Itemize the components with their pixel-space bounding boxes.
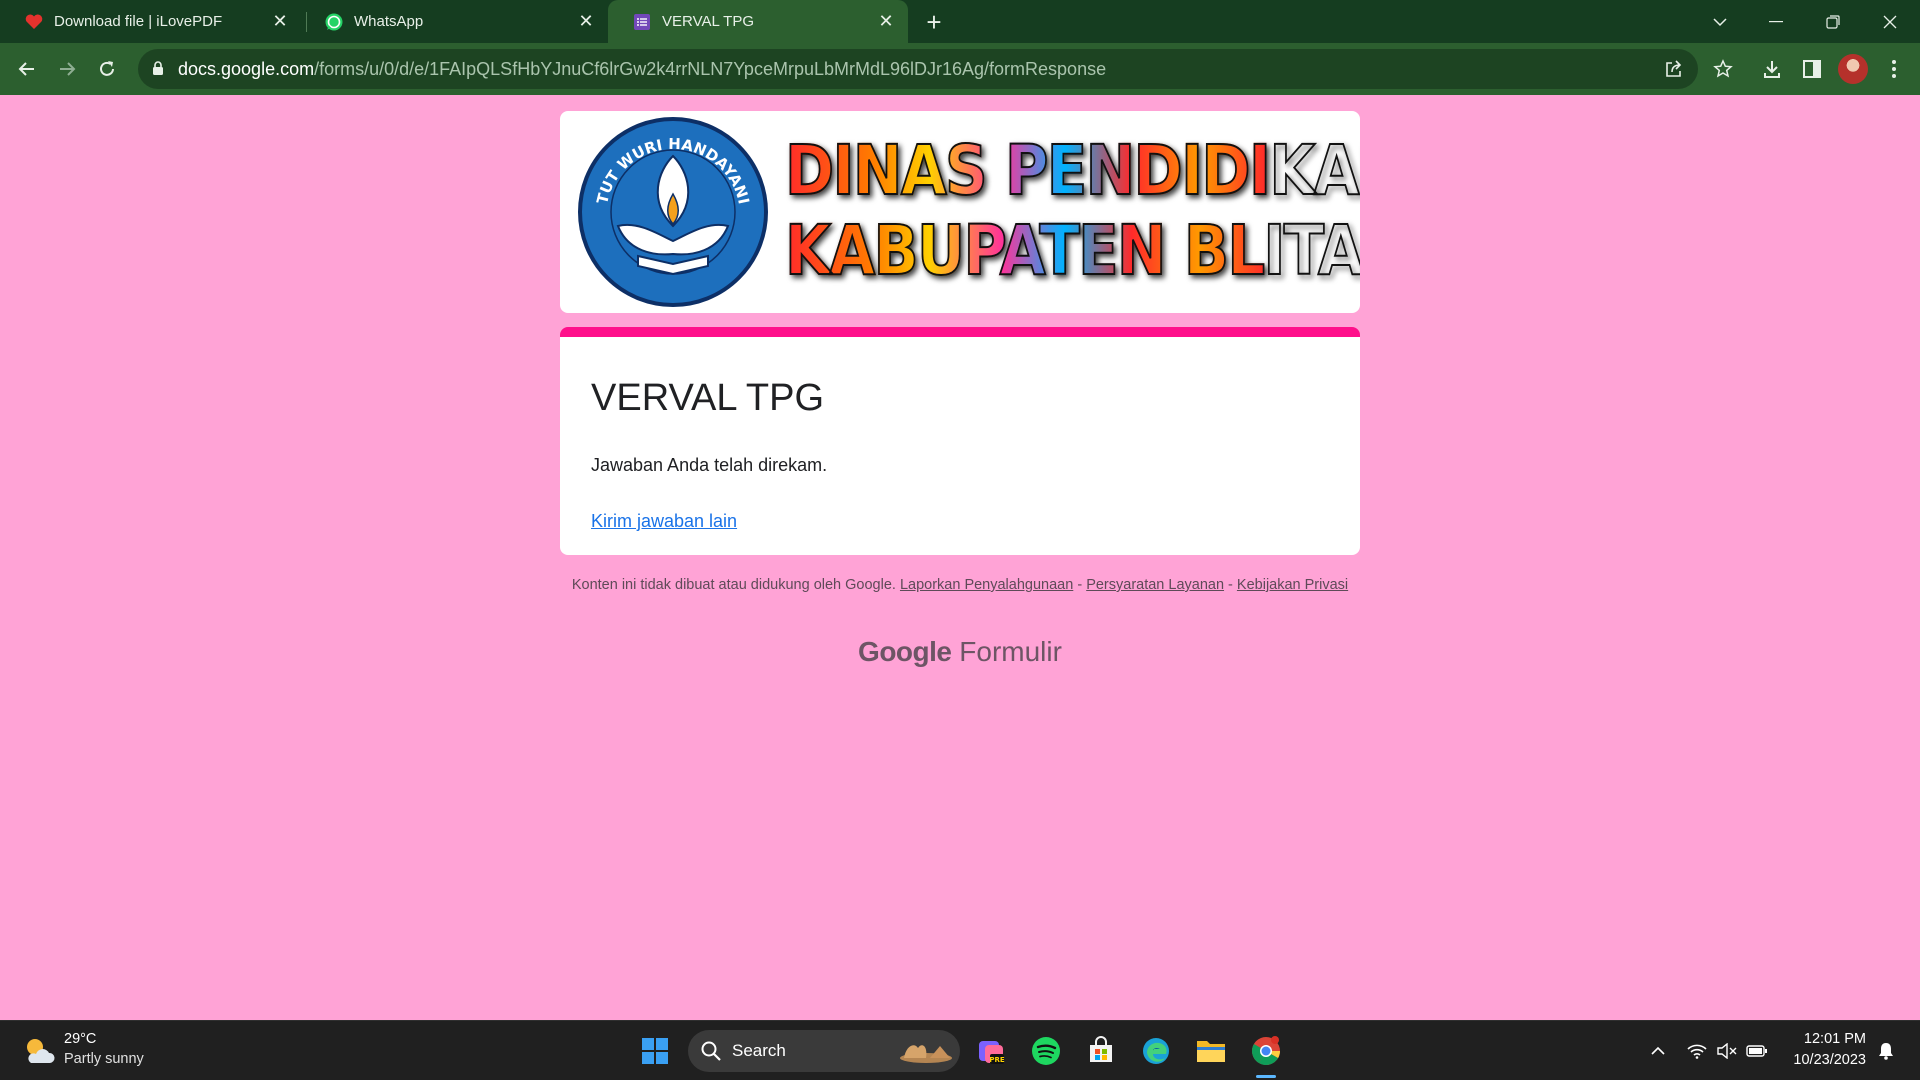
google-forms-icon [632,12,652,32]
tab-whatsapp[interactable]: WhatsApp ✕ [300,0,608,43]
close-window-button[interactable] [1862,0,1918,43]
minimize-button[interactable] [1748,0,1804,43]
terms-of-service-link[interactable]: Persyaratan Layanan [1086,577,1224,593]
notification-bell-icon[interactable] [1874,1039,1898,1063]
microsoft-store-icon[interactable] [1080,1030,1122,1072]
partly-sunny-icon[interactable] [22,1035,56,1067]
banner-title: DINAS PENDIDIKAN KABUPATEN BLITAR [784,130,1360,292]
google-forms-brand[interactable]: Google Formulir [560,636,1360,668]
active-app-indicator [1256,1075,1276,1078]
clock-date[interactable]: 10/23/2023 [1780,1052,1866,1068]
form-title: VERVAL TPG [591,377,825,419]
search-icon [700,1040,722,1067]
close-tab-icon[interactable]: ✕ [574,10,598,34]
tut-wuri-handayani-logo: TUT WURI HANDAYANI [578,117,768,307]
tab-verval-tpg[interactable]: VERVAL TPG ✕ [608,0,908,43]
back-arrow-icon[interactable] [11,53,43,85]
form-footer: Konten ini tidak dibuat atau didukung ol… [560,576,1360,594]
form-header-banner: TUT WURI HANDAYANI DINAS PENDIDIKAN KABU… [560,111,1360,313]
tab-strip: Download file | iLovePDF ✕ WhatsApp ✕ VE… [0,0,1920,43]
forward-arrow-icon[interactable] [51,53,83,85]
more-menu-icon[interactable] [1880,55,1908,83]
close-tab-icon[interactable]: ✕ [874,10,898,34]
browser-toolbar: docs.google.com/forms/u/0/d/e/1FAIpQLSfH… [0,43,1920,95]
weather-temperature[interactable]: 29°C [64,1031,96,1047]
volume-muted-icon[interactable] [1715,1039,1739,1063]
search-label: Search [732,1041,786,1060]
share-icon[interactable] [1662,57,1686,81]
windows-taskbar: 29°C Partly sunny Search PRE 12:01 PM 10… [0,1020,1920,1080]
restore-button[interactable] [1805,0,1861,43]
show-hidden-icons-chevron-icon[interactable] [1646,1039,1670,1063]
tab-title: WhatsApp [354,13,424,30]
search-highlight-icon [900,1045,952,1063]
footer-separator: - [1073,577,1087,593]
file-explorer-icon[interactable] [1190,1030,1232,1072]
banner-line-1: DINAS PENDIDIKAN [784,130,1360,212]
spotify-icon[interactable] [1025,1030,1067,1072]
lock-icon[interactable] [152,61,164,81]
disclaimer-text: Konten ini tidak dibuat atau didukung ol… [571,577,896,593]
bookmark-star-icon[interactable] [1711,57,1735,81]
url-path: /forms/u/0/d/e/1FAIpQLSfHbYJnuCf6lrGw2k4… [314,59,1107,79]
new-tab-button[interactable]: + [920,7,948,37]
battery-icon[interactable] [1745,1039,1769,1063]
whatsapp-icon [324,12,344,32]
privacy-policy-link[interactable]: Kebijakan Privasi [1237,577,1348,593]
edge-icon[interactable] [1135,1030,1177,1072]
side-panel-icon[interactable] [1798,55,1826,83]
tab-title: Download file | iLovePDF [54,13,223,30]
taskbar-search-box[interactable]: Search [688,1030,960,1072]
report-abuse-link[interactable]: Laporkan Penyalahgunaan [900,577,1073,593]
windows-start-icon[interactable] [634,1030,676,1072]
forms-wordmark: Formulir [959,636,1062,667]
tab-title: VERVAL TPG [662,13,754,30]
download-icon[interactable] [1758,55,1786,83]
close-tab-icon[interactable]: ✕ [268,10,292,34]
form-response-card: VERVAL TPG Jawaban Anda telah direkam. K… [560,327,1360,555]
chrome-icon[interactable] [1245,1030,1287,1072]
banner-line-2: KABUPATEN BLITAR [784,210,1360,292]
profile-avatar[interactable] [1838,54,1868,84]
reload-icon[interactable] [91,53,123,85]
tab-search-chevron-icon[interactable] [1692,0,1748,43]
clipchamp-icon[interactable]: PRE [970,1030,1012,1072]
wifi-icon[interactable] [1685,1039,1709,1063]
confirmation-message: Jawaban Anda telah direkam. [591,455,828,475]
address-bar[interactable]: docs.google.com/forms/u/0/d/e/1FAIpQLSfH… [138,49,1698,89]
svg-text:PRE: PRE [989,1056,1005,1064]
url-text[interactable]: docs.google.com/forms/u/0/d/e/1FAIpQLSfH… [178,59,1106,80]
footer-separator: - [1224,577,1237,593]
url-host: docs.google.com [178,59,315,79]
google-wordmark: Google [858,636,952,667]
weather-description[interactable]: Partly sunny [64,1051,144,1067]
heart-icon [24,12,44,32]
clock-time[interactable]: 12:01 PM [1790,1031,1866,1047]
submit-another-response-link[interactable]: Kirim jawaban lain [591,511,737,532]
tab-ilovepdf[interactable]: Download file | iLovePDF ✕ [0,0,302,43]
